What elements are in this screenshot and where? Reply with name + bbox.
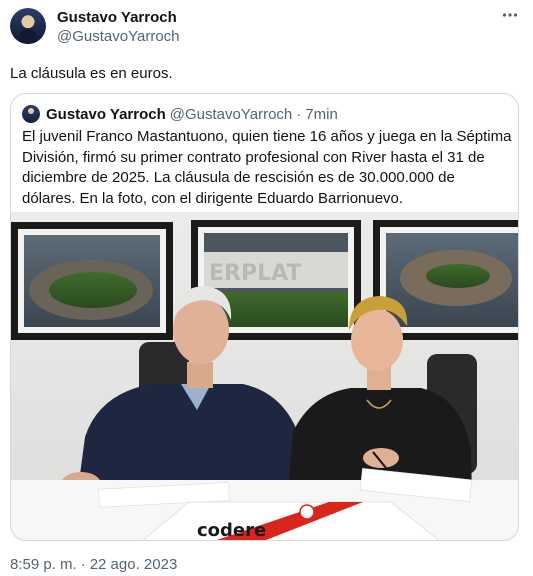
quoted-tweet-card[interactable]: Gustavo Yarroch @GustavoYarroch · 7min E… [10,93,519,541]
quoted-author-name: Gustavo Yarroch [46,105,166,123]
quoted-tweet-photo[interactable]: ERPLAT codere [11,212,518,541]
tweet: Gustavo Yarroch @GustavoYarroch La cláus… [0,0,533,576]
quoted-tweet-text: El juvenil Franco Mastantuono, quien tie… [22,128,512,207]
quoted-author-handle: @GustavoYarroch [169,105,293,123]
jersey-sponsor-text: codere [197,520,266,541]
more-horizontal-icon [502,13,518,17]
quoted-avatar [22,105,40,123]
stadium-banner-text: ERPLAT [209,261,301,286]
timestamp-separator: · [80,556,86,573]
author-handle[interactable]: @GustavoYarroch [57,28,180,45]
quoted-separator: · [296,105,302,123]
quoted-tweet-header: Gustavo Yarroch @GustavoYarroch · 7min [22,104,338,124]
tweet-time: 8:59 p. m. [10,556,77,573]
tweet-date: 22 ago. 2023 [89,556,178,573]
tweet-timestamp[interactable]: 8:59 p. m. · 22 ago. 2023 [10,556,177,573]
quoted-time: 7min [305,105,338,123]
contract-signing-photo: ERPLAT codere [11,212,518,541]
avatar[interactable] [10,8,46,44]
tweet-text: La cláusula es en euros. [10,65,173,82]
author-name[interactable]: Gustavo Yarroch [57,9,177,26]
more-options-button[interactable] [497,6,523,26]
